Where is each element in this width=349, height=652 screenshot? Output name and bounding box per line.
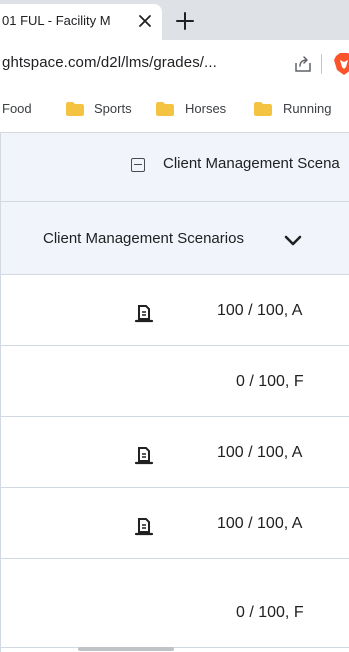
bookmark-sports[interactable]: Sports	[94, 101, 132, 116]
bookmarks-bar: Food Sports Horses Running	[0, 88, 349, 132]
close-icon[interactable]	[136, 12, 154, 30]
grade-score: 0 / 100, F	[236, 604, 304, 621]
folder-icon	[66, 102, 84, 116]
table-left-border	[0, 132, 1, 652]
document-feedback-icon[interactable]	[133, 303, 155, 325]
folder-icon	[156, 102, 174, 116]
url-text[interactable]: ghtspace.com/d2l/lms/grades/...	[2, 54, 217, 71]
bookmark-food[interactable]: Food	[2, 101, 32, 116]
address-bar[interactable]: ghtspace.com/d2l/lms/grades/...	[0, 40, 349, 88]
folder-icon	[254, 102, 272, 116]
grade-row: 100 / 100, A	[0, 488, 349, 559]
column-title: Client Management Scenarios	[43, 230, 244, 247]
chevron-down-icon[interactable]	[284, 235, 302, 247]
horizontal-scrollbar[interactable]	[78, 647, 174, 651]
grade-column-header: Client Management Scenarios	[0, 202, 349, 275]
browser-tab-strip: 01 FUL - Facility M	[0, 0, 349, 40]
grade-row: 0 / 100, F	[0, 346, 349, 417]
grade-score: 0 / 100, F	[236, 373, 304, 390]
grade-group-header: Client Management Scena	[0, 133, 349, 202]
grade-row: 100 / 100, A	[0, 275, 349, 346]
share-icon[interactable]	[293, 54, 313, 74]
toolbar-divider	[321, 54, 322, 74]
bookmark-running[interactable]: Running	[283, 101, 331, 116]
document-feedback-icon[interactable]	[133, 445, 155, 467]
bookmark-horses[interactable]: Horses	[185, 101, 226, 116]
brave-lion-icon[interactable]	[333, 52, 349, 76]
group-title: Client Management Scena	[163, 155, 340, 172]
browser-tab[interactable]: 01 FUL - Facility M	[0, 4, 162, 40]
grade-score: 100 / 100, A	[217, 444, 303, 461]
grade-score: 100 / 100, A	[217, 515, 303, 532]
tab-title: 01 FUL - Facility M	[2, 13, 111, 28]
plus-icon[interactable]	[174, 10, 196, 32]
grade-row: 0 / 100, F	[0, 577, 349, 648]
collapse-icon[interactable]	[131, 158, 145, 172]
grade-row: 100 / 100, A	[0, 417, 349, 488]
grade-score: 100 / 100, A	[217, 302, 303, 319]
document-feedback-icon[interactable]	[133, 516, 155, 538]
